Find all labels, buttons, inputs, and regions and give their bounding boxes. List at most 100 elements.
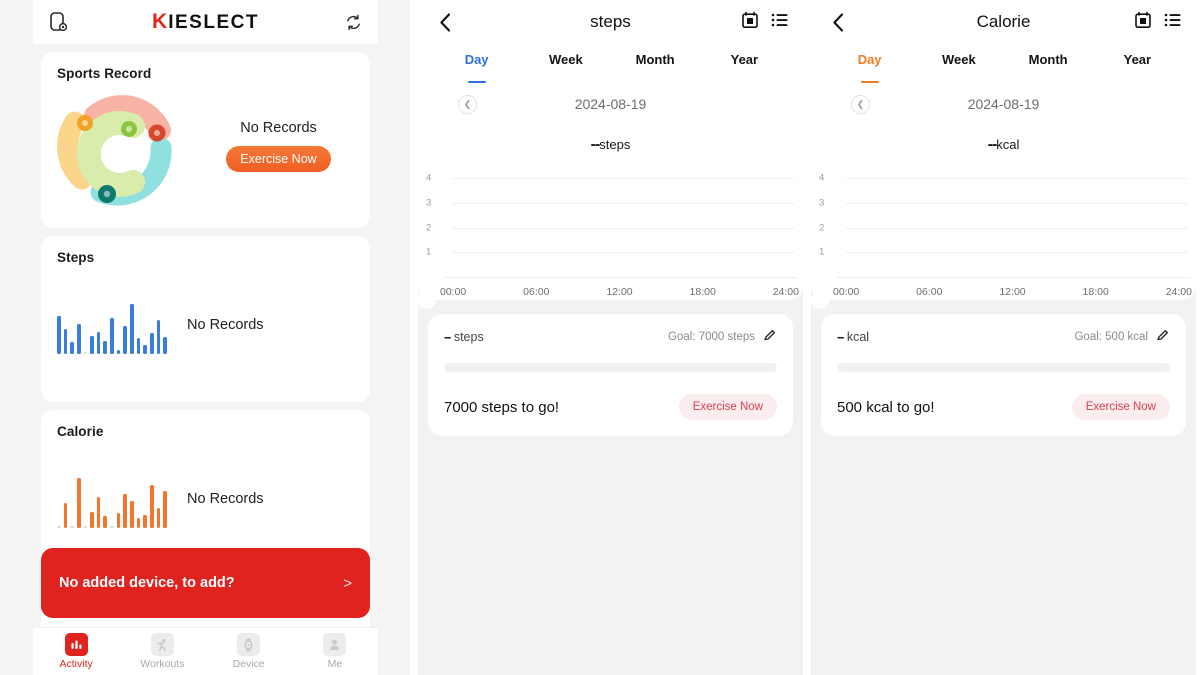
sparkline-bar [130, 501, 134, 528]
steps-chart-card: steps Day Week Month Year ❮ 2024-08-19 -… [418, 0, 803, 309]
calendar-icon[interactable] [1134, 11, 1152, 34]
steps-header-actions [741, 11, 789, 34]
steps-date-navigator: ❮ 2024-08-19 [418, 84, 803, 124]
tab-week[interactable]: Week [521, 44, 610, 84]
tab-month-label: Month [635, 52, 675, 67]
sparkline-bar [143, 514, 147, 528]
calendar-icon[interactable] [741, 11, 759, 34]
calorie-goal-card[interactable]: -- kcal Goal: 500 kcal 500 kcal to go! E… [821, 314, 1186, 436]
y-tick: 3 [819, 197, 825, 209]
tab-year[interactable]: Year [700, 44, 789, 84]
calorie-card-title: Calorie [57, 424, 104, 439]
x-tick: 06:00 [916, 286, 943, 298]
sparkline-bar [136, 517, 141, 528]
activity-home-screen: K IESLECT Sports Record No Records Exerc… [0, 0, 410, 675]
sparkline-bar [96, 496, 101, 528]
calorie-sparkline-chart [57, 470, 167, 528]
steps-current-dash: -- [444, 329, 451, 344]
pencil-icon[interactable] [1156, 328, 1170, 345]
tab-month[interactable]: Month [1004, 44, 1093, 84]
y-tick: 1 [426, 246, 432, 258]
tab-day[interactable]: Day [825, 44, 914, 84]
nav-item-me[interactable]: Me [292, 633, 378, 670]
steps-period-tabs: Day Week Month Year [418, 44, 803, 84]
calorie-total-value: --kcal [811, 124, 1196, 170]
sports-record-card[interactable]: Sports Record No Records Exercise Now [41, 52, 370, 228]
tab-day-label: Day [857, 52, 882, 67]
tab-week[interactable]: Week [914, 44, 1003, 84]
steps-progress-bar [444, 363, 777, 372]
calorie-to-go-label: 500 kcal to go! [837, 398, 935, 416]
tab-year[interactable]: Year [1093, 44, 1182, 84]
activity-bars-icon [64, 633, 88, 656]
steps-total-value: --steps [418, 124, 803, 170]
sports-record-body: No Records Exercise Now [41, 81, 370, 211]
sparkline-bar [70, 525, 74, 528]
back-chevron-left-icon[interactable] [432, 9, 458, 35]
sports-record-title: Sports Record [57, 66, 152, 81]
person-icon [323, 633, 347, 656]
calorie-no-records-label: No Records [187, 491, 264, 507]
y-tick: 2 [426, 222, 432, 233]
watch-settings-icon[interactable] [45, 9, 71, 35]
tab-week-label: Week [549, 52, 583, 67]
y-tick: 3 [426, 197, 432, 209]
pencil-icon[interactable] [763, 328, 777, 345]
sparkline-bar [156, 507, 161, 528]
steps-day-chart: 00:00 06:00 12:00 18:00 24:00 1 2 3 4 [418, 170, 803, 300]
app-top-bar: K IESLECT [33, 0, 378, 44]
sparkline-bar [103, 515, 108, 528]
steps-detail-header: steps [418, 0, 803, 44]
sparkline-bar [103, 340, 108, 354]
steps-exercise-now-button[interactable]: Exercise Now [678, 394, 777, 420]
previous-day-button[interactable]: ❮ [851, 94, 870, 114]
steps-chart-x-axis [444, 277, 797, 278]
chart-gridline [845, 202, 1188, 204]
sports-exercise-now-button[interactable]: Exercise Now [226, 146, 331, 172]
steps-card[interactable]: Steps No Records [41, 236, 370, 402]
tab-day-label: Day [464, 52, 489, 67]
x-tick: 24:00 [1165, 286, 1192, 298]
steps-goal-card[interactable]: -- steps Goal: 7000 steps 7000 steps to … [428, 314, 793, 436]
nav-item-activity[interactable]: Activity [33, 633, 119, 670]
list-icon[interactable] [1164, 12, 1182, 33]
no-device-banner[interactable]: No added device, to add? > [41, 548, 370, 618]
x-tick: 24:00 [772, 286, 799, 298]
nav-item-workouts[interactable]: Workouts [119, 633, 205, 670]
sparkline-bar [116, 349, 121, 354]
sparkline-bar [90, 336, 94, 354]
sparkline-bar [83, 351, 88, 354]
list-icon[interactable] [771, 12, 789, 33]
brand-logo-rest: IESLECT [168, 11, 259, 33]
steps-goal-value: Goal: 7000 steps [668, 328, 777, 345]
tab-active-underline [467, 80, 486, 83]
sparkline-bar [90, 512, 94, 528]
sparkline-bar [136, 338, 141, 354]
steps-detail-screen: steps Day Week Month Year ❮ 2024-08-19 -… [418, 0, 803, 675]
chart-gridline [452, 178, 795, 179]
steps-sparkline-chart [57, 296, 167, 354]
calorie-goal-value: Goal: 500 kcal [1074, 328, 1170, 345]
sports-no-records-label: No Records [240, 120, 317, 136]
steps-to-go-label: 7000 steps to go! [444, 398, 560, 416]
calorie-chart-x-ticks: 00:00 06:00 12:00 18:00 24:00 [833, 286, 1192, 298]
tab-month-label: Month [1028, 52, 1068, 67]
x-tick: 00:00 [833, 286, 860, 298]
steps-card-title: Steps [57, 250, 95, 265]
sparkline-bar [149, 332, 154, 354]
tab-day[interactable]: Day [432, 44, 521, 84]
steps-no-records-label: No Records [187, 317, 264, 333]
previous-day-button[interactable]: ❮ [458, 94, 477, 114]
calorie-exercise-now-button[interactable]: Exercise Now [1071, 394, 1170, 420]
activity-home-body: K IESLECT Sports Record No Records Exerc… [33, 0, 378, 675]
sparkline-bar [63, 329, 68, 354]
tab-week-label: Week [942, 52, 976, 67]
tab-month[interactable]: Month [611, 44, 700, 84]
calorie-date-navigator: ❮ 2024-08-19 [811, 84, 1196, 124]
brand-logo-k: K [152, 9, 169, 33]
nav-item-device[interactable]: Device [206, 633, 292, 670]
back-chevron-left-icon[interactable] [825, 9, 851, 35]
tab-year-label: Year [730, 52, 759, 67]
refresh-icon[interactable] [340, 9, 366, 35]
sparkline-bar [110, 318, 114, 354]
